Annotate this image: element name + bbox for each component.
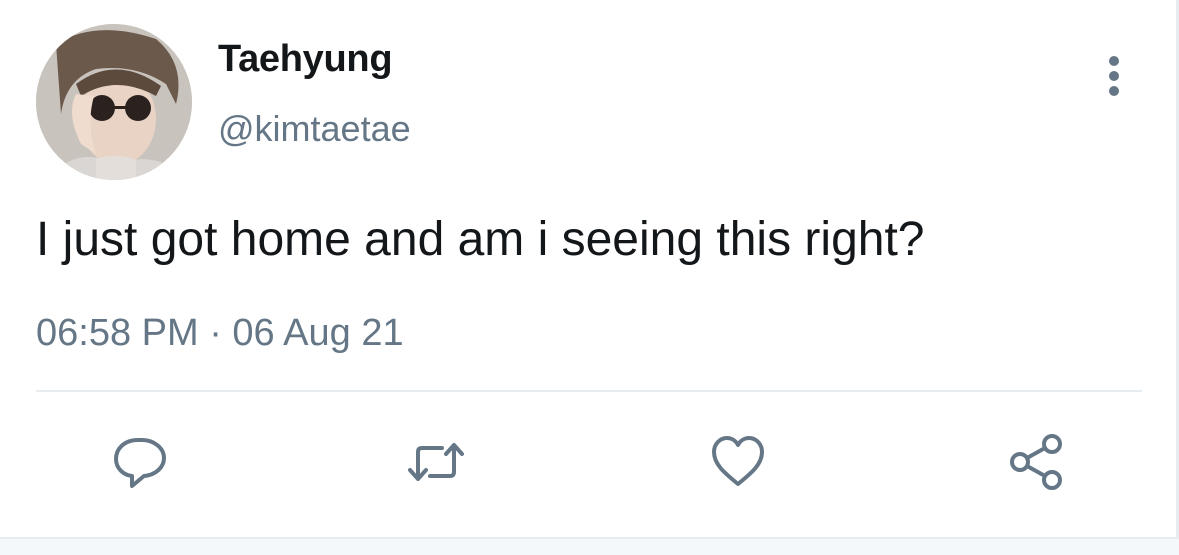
bottom-border [0,537,1179,555]
avatar[interactable] [36,24,192,180]
tweet-timestamp[interactable]: 06:58 PM · 06 Aug 21 [36,312,404,355]
reply-button[interactable] [108,430,172,494]
share-icon [1010,434,1062,490]
retweet-button[interactable] [404,430,468,494]
share-button[interactable] [1004,430,1068,494]
avatar-image [36,24,192,180]
heart-icon [712,436,764,486]
tweet-card: Taehyung @kimtaetae I just got home and … [0,0,1179,555]
user-handle[interactable]: @kimtaetae [218,108,411,150]
tweet-text: I just got home and am i seeing this rig… [36,213,925,266]
retweet-icon [408,443,464,481]
like-button[interactable] [706,430,770,494]
reply-icon [114,438,166,488]
divider [36,390,1142,392]
display-name[interactable]: Taehyung [218,38,393,81]
more-options-icon[interactable] [1096,54,1132,98]
